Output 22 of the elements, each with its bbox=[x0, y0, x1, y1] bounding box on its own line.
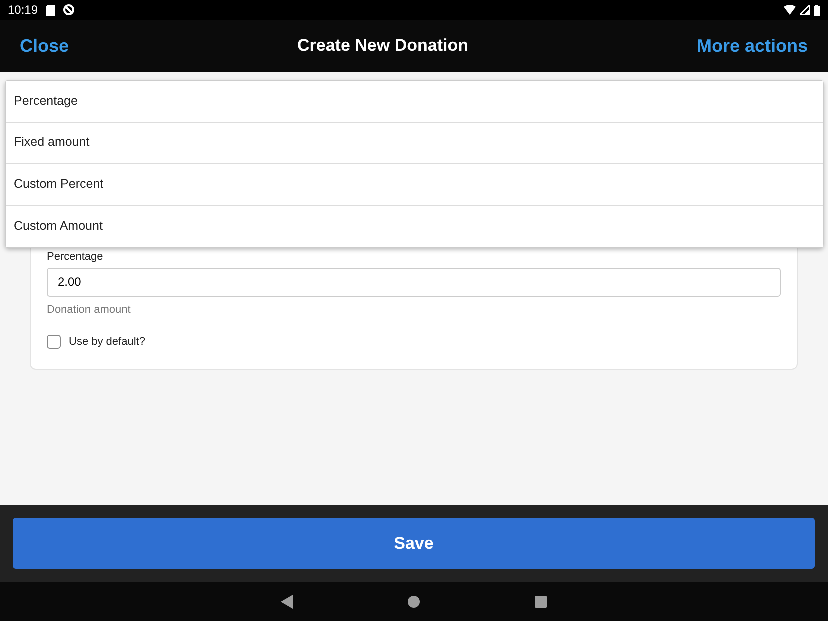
checkbox-label: Use by default? bbox=[69, 335, 146, 350]
sd-card-icon bbox=[46, 4, 56, 16]
signal-icon bbox=[800, 5, 810, 15]
dropdown-option[interactable]: Percentage bbox=[6, 81, 823, 122]
dropdown-option[interactable]: Custom Percent bbox=[6, 164, 823, 206]
battery-icon bbox=[814, 4, 820, 16]
field-label: Percentage bbox=[47, 250, 104, 265]
dropdown-option[interactable]: Fixed amount bbox=[6, 122, 823, 164]
dropdown-option[interactable]: Custom Amount bbox=[6, 206, 823, 247]
save-button[interactable]: Save bbox=[13, 518, 815, 569]
wifi-icon bbox=[784, 5, 796, 15]
field-help-text: Donation amount bbox=[47, 302, 132, 318]
back-icon[interactable] bbox=[281, 594, 293, 608]
percentage-field[interactable]: 2.00 bbox=[47, 268, 781, 296]
status-time: 10:19 bbox=[8, 2, 38, 19]
close-button[interactable]: Close bbox=[20, 32, 70, 60]
home-icon[interactable] bbox=[408, 596, 420, 608]
default-checkbox[interactable] bbox=[47, 335, 61, 350]
circle-slash-icon bbox=[63, 4, 76, 16]
recents-icon[interactable] bbox=[535, 596, 547, 608]
page-title: Create New Donation bbox=[298, 35, 468, 58]
more-actions-button[interactable]: More actions bbox=[696, 32, 808, 60]
